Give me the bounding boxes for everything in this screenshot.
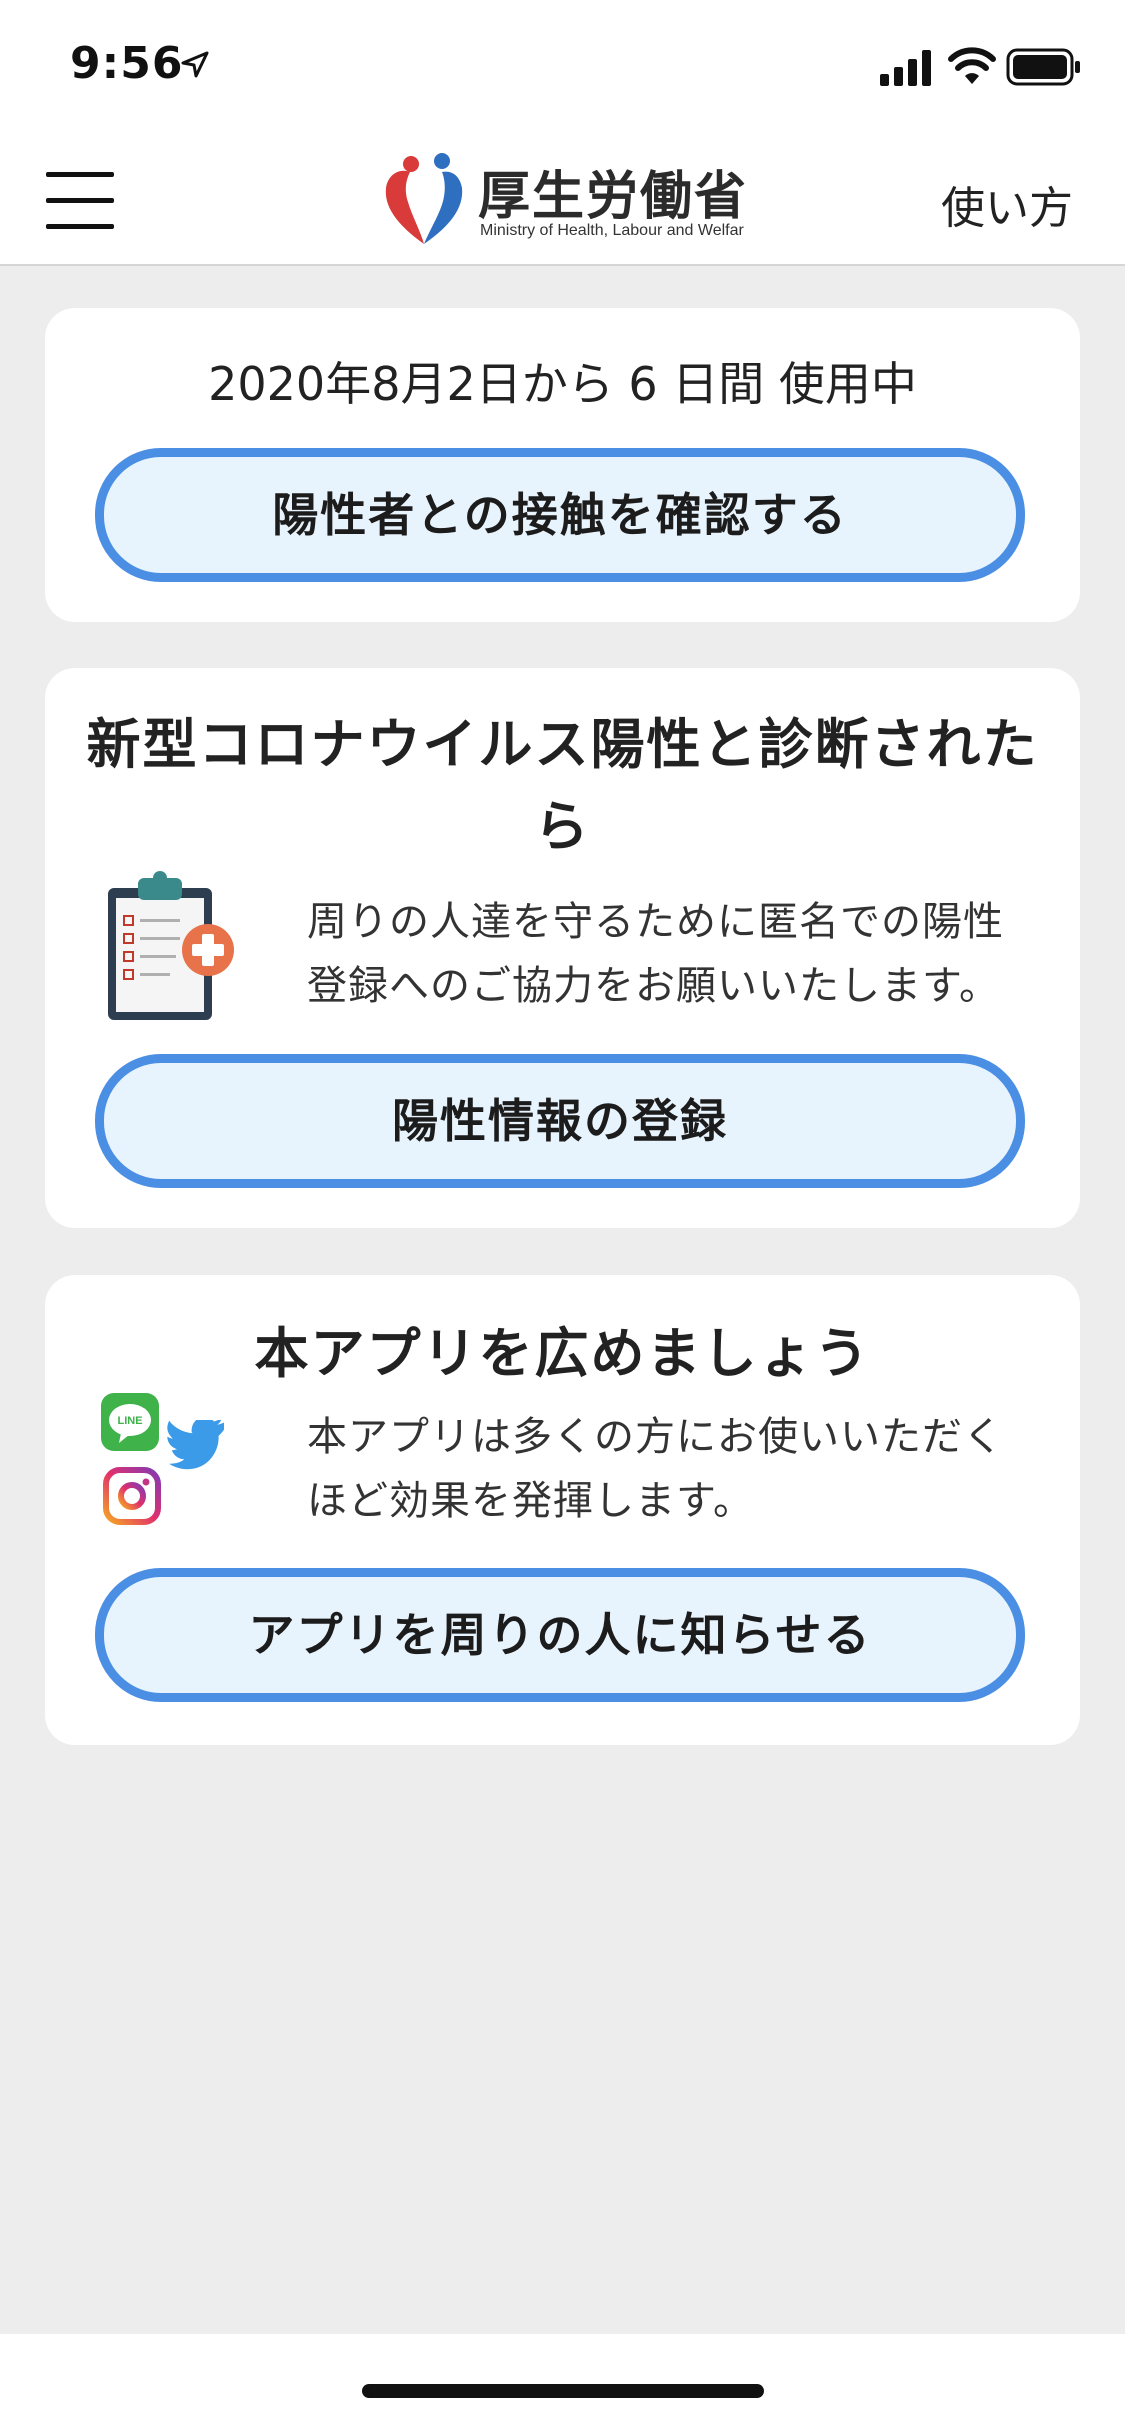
hamburger-menu-icon[interactable] xyxy=(46,168,116,232)
line-icon: LINE xyxy=(101,1393,159,1451)
positive-card-heading: 新型コロナウイルス陽性と診断されたら xyxy=(86,713,1039,858)
share-app-card: 本アプリを広めましょう LINE 本アプリは多くの方にお使いいただくほど効果を発… xyxy=(45,1275,1080,1745)
home-indicator[interactable] xyxy=(362,2384,764,2398)
wifi-icon xyxy=(948,47,996,84)
logo-title: 厚生労働省 xyxy=(478,167,749,227)
howto-link[interactable]: 使い方 xyxy=(941,172,1073,236)
share-app-button[interactable]: アプリを周りの人に知らせる xyxy=(95,1568,1025,1702)
usage-period-text: 2020年8月2日から 6 日間 使用中 xyxy=(208,357,917,411)
battery-icon xyxy=(1006,48,1080,86)
mhlw-heart-logo-icon xyxy=(385,153,463,244)
positive-card-description: 周りの人達を守るために匿名での陽性登録へのご協力をお願いいたします。 xyxy=(307,899,1004,1009)
check-contact-button[interactable]: 陽性者との接触を確認する xyxy=(95,448,1025,582)
share-card-heading: 本アプリを広めましょう xyxy=(254,1322,871,1385)
register-positive-button[interactable]: 陽性情報の登録 xyxy=(95,1054,1025,1188)
cellular-signal-icon xyxy=(880,50,931,86)
line-icon-label: LINE xyxy=(117,1415,142,1427)
positive-registration-card: 新型コロナウイルス陽性と診断されたら 周りの人達を守るために匿名での陽性登録への… xyxy=(45,668,1080,1228)
status-bar: 9:56 xyxy=(0,0,1125,132)
status-time: 9:56 xyxy=(70,38,184,89)
clipboard-medical-icon xyxy=(108,871,234,1020)
share-card-description: 本アプリは多くの方にお使いいただくほど効果を発揮します。 xyxy=(307,1414,1004,1524)
location-arrow-icon xyxy=(181,51,209,78)
mhlw-logo: 厚生労働省 Ministry of Health, Labour and Wel… xyxy=(380,150,760,250)
logo-subtitle: Ministry of Health, Labour and Welfar xyxy=(480,222,744,239)
bottom-safe-area xyxy=(0,2334,1125,2436)
instagram-icon xyxy=(103,1467,161,1525)
app-header: 厚生労働省 Ministry of Health, Labour and Wel… xyxy=(0,132,1125,266)
twitter-icon xyxy=(167,1420,225,1470)
contact-check-card: 2020年8月2日から 6 日間 使用中 陽性者との接触を確認する xyxy=(45,308,1080,622)
